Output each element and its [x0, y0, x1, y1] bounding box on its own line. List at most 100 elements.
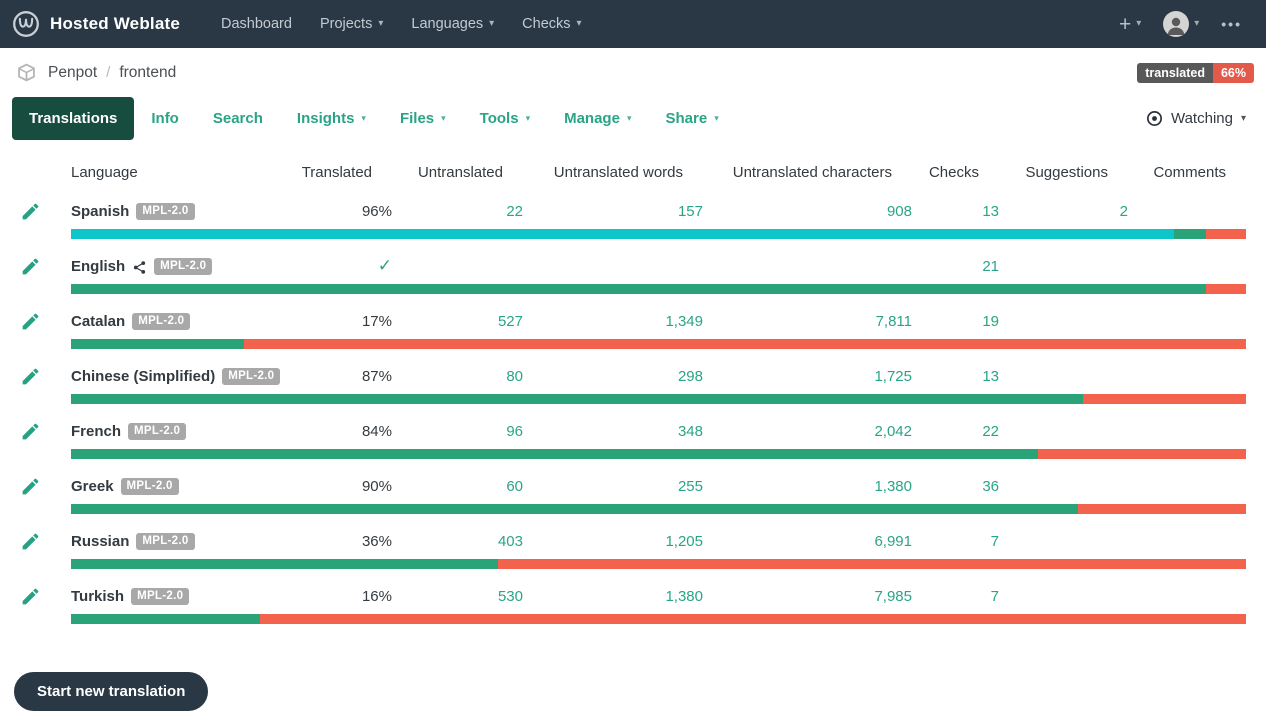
progress-segment-translated — [1174, 229, 1206, 239]
col-header-untranslated-characters: Untranslated characters — [703, 164, 912, 181]
checks-count-link[interactable]: 13 — [982, 203, 999, 220]
tab-files[interactable]: Files▾ — [383, 97, 463, 140]
tab-translations[interactable]: Translations — [12, 97, 134, 140]
license-badge[interactable]: MPL-2.0 — [131, 588, 189, 605]
language-name[interactable]: Greek — [71, 478, 114, 495]
untranslated-count-link[interactable]: 530 — [498, 588, 523, 605]
col-header-untranslated: Untranslated — [392, 164, 523, 181]
untranslated-characters-link[interactable]: 2,042 — [874, 423, 912, 440]
edit-translation-button[interactable] — [20, 256, 71, 277]
language-name[interactable]: Spanish — [71, 203, 129, 220]
untranslated-count-link[interactable]: 80 — [506, 368, 523, 385]
untranslated-count-link[interactable]: 527 — [498, 313, 523, 330]
watching-dropdown[interactable]: Watching ▾ — [1146, 110, 1246, 127]
chevron-down-icon: ▾ — [577, 19, 582, 29]
license-badge[interactable]: MPL-2.0 — [128, 423, 186, 440]
untranslated-characters-link[interactable]: 7,811 — [876, 313, 912, 330]
edit-translation-button[interactable] — [20, 531, 71, 552]
edit-translation-button[interactable] — [20, 586, 71, 607]
untranslated-count-link[interactable]: 22 — [506, 203, 523, 220]
nav-item-checks[interactable]: Checks▾ — [511, 8, 592, 40]
tab-search[interactable]: Search — [196, 97, 280, 140]
untranslated-count-link[interactable]: 60 — [506, 478, 523, 495]
nav-item-projects[interactable]: Projects▾ — [309, 8, 394, 40]
edit-translation-button[interactable] — [20, 311, 71, 332]
checks-count-link[interactable]: 19 — [982, 313, 999, 330]
progress-bar[interactable] — [71, 284, 1246, 294]
progress-bar[interactable] — [71, 614, 1246, 624]
progress-segment-untranslated — [1206, 229, 1246, 239]
license-badge[interactable]: MPL-2.0 — [132, 313, 190, 330]
checks-count-link[interactable]: 7 — [991, 588, 999, 605]
translated-status-badge[interactable]: translated 66% — [1137, 63, 1254, 83]
untranslated-words-link[interactable]: 255 — [678, 478, 703, 495]
untranslated-characters-link[interactable]: 1,725 — [874, 368, 912, 385]
untranslated-words-link[interactable]: 1,205 — [665, 533, 703, 550]
language-name[interactable]: Turkish — [71, 588, 124, 605]
untranslated-words-link[interactable]: 1,380 — [665, 588, 703, 605]
untranslated-characters-link[interactable]: 1,380 — [874, 478, 912, 495]
breadcrumb-component-link[interactable]: frontend — [119, 64, 176, 82]
license-badge[interactable]: MPL-2.0 — [121, 478, 179, 495]
nav-item-languages[interactable]: Languages▾ — [400, 8, 505, 40]
untranslated-count-link[interactable]: 96 — [506, 423, 523, 440]
breadcrumb-project-link[interactable]: Penpot — [48, 64, 97, 82]
suggestions-count-link[interactable]: 2 — [1120, 203, 1128, 220]
checks-count-link[interactable]: 36 — [982, 478, 999, 495]
untranslated-characters-link[interactable]: 7,985 — [874, 588, 912, 605]
progress-segment-translated — [71, 614, 260, 624]
main-menu: Dashboard Projects▾ Languages▾ Checks▾ — [210, 8, 593, 40]
license-badge[interactable]: MPL-2.0 — [136, 203, 194, 220]
edit-translation-button[interactable] — [20, 476, 71, 497]
progress-bar[interactable] — [71, 504, 1246, 514]
col-header-checks: Checks — [912, 164, 999, 181]
edit-translation-button[interactable] — [20, 421, 71, 442]
progress-bar[interactable] — [71, 229, 1246, 239]
progress-segment-untranslated — [1038, 449, 1246, 459]
edit-translation-button[interactable] — [20, 201, 71, 222]
untranslated-words-link[interactable]: 348 — [678, 423, 703, 440]
progress-bar[interactable] — [71, 559, 1246, 569]
license-badge[interactable]: MPL-2.0 — [154, 258, 212, 275]
start-new-translation-button[interactable]: Start new translation — [14, 672, 208, 711]
person-icon — [1164, 13, 1188, 37]
untranslated-words-link[interactable]: 1,349 — [665, 313, 703, 330]
chevron-down-icon: ▾ — [526, 114, 531, 123]
translated-percent: 17% — [362, 313, 392, 330]
weblate-brand[interactable]: Hosted Weblate — [12, 10, 180, 38]
language-name[interactable]: Chinese (Simplified) — [71, 368, 215, 385]
table-row: Greek MPL-2.0 90% 60 255 1,380 36 — [20, 471, 1246, 514]
add-menu-button[interactable]: + ▾ — [1113, 10, 1147, 39]
checks-count-link[interactable]: 13 — [982, 368, 999, 385]
overflow-menu-button[interactable]: ••• — [1215, 12, 1248, 36]
user-menu-button[interactable]: ▾ — [1157, 7, 1205, 41]
tab-info[interactable]: Info — [134, 97, 196, 140]
chevron-down-icon: ▾ — [1194, 19, 1199, 29]
checks-count-link[interactable]: 22 — [982, 423, 999, 440]
progress-segment-translated — [71, 284, 1206, 294]
tab-manage[interactable]: Manage▾ — [547, 97, 648, 140]
checks-count-link[interactable]: 7 — [991, 533, 999, 550]
language-name[interactable]: Russian — [71, 533, 129, 550]
untranslated-words-link[interactable]: 298 — [678, 368, 703, 385]
tab-tools[interactable]: Tools▾ — [463, 97, 547, 140]
progress-bar[interactable] — [71, 339, 1246, 349]
edit-translation-button[interactable] — [20, 366, 71, 387]
nav-item-dashboard[interactable]: Dashboard — [210, 8, 303, 40]
table-row: Turkish MPL-2.0 16% 530 1,380 7,985 7 — [20, 581, 1246, 624]
tab-insights[interactable]: Insights▾ — [280, 97, 383, 140]
license-badge[interactable]: MPL-2.0 — [222, 368, 280, 385]
untranslated-characters-link[interactable]: 6,991 — [874, 533, 912, 550]
language-name[interactable]: Catalan — [71, 313, 125, 330]
progress-bar[interactable] — [71, 449, 1246, 459]
progress-segment-translated — [71, 504, 1078, 514]
checks-count-link[interactable]: 21 — [982, 258, 999, 275]
license-badge[interactable]: MPL-2.0 — [136, 533, 194, 550]
progress-bar[interactable] — [71, 394, 1246, 404]
language-name[interactable]: French — [71, 423, 121, 440]
tab-share[interactable]: Share▾ — [648, 97, 735, 140]
untranslated-count-link[interactable]: 403 — [498, 533, 523, 550]
untranslated-characters-link[interactable]: 908 — [887, 203, 912, 220]
untranslated-words-link[interactable]: 157 — [678, 203, 703, 220]
language-name[interactable]: English — [71, 258, 125, 275]
